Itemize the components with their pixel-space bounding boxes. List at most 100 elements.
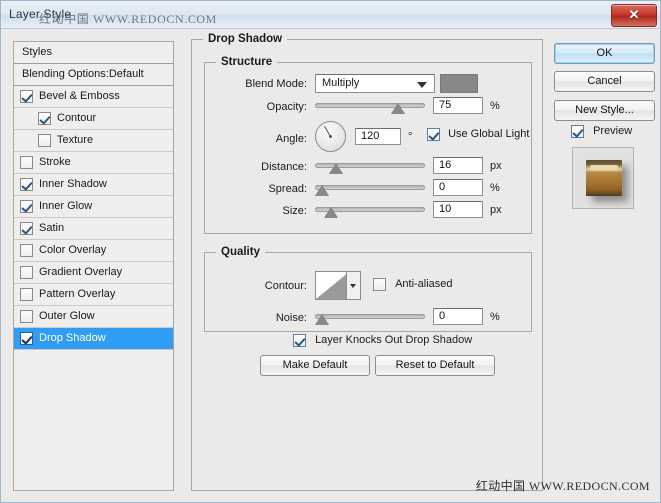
style-item-label: Gradient Overlay [39, 266, 123, 278]
structure-group: Structure Blend Mode: Multiply Opacity: … [204, 56, 532, 234]
anti-aliased-row[interactable]: Anti-aliased [373, 278, 453, 291]
blending-options-row[interactable]: Blending Options:Default [14, 64, 173, 86]
spread-slider[interactable] [315, 179, 425, 196]
style-item-label: Inner Shadow [39, 178, 107, 190]
contour-dropdown-arrow-icon[interactable] [346, 272, 360, 299]
style-item-inner-glow[interactable]: Inner Glow [14, 196, 173, 218]
style-item-stroke[interactable]: Stroke [14, 152, 173, 174]
style-item-drop-shadow[interactable]: Drop Shadow [14, 328, 173, 350]
drop-shadow-title: Drop Shadow [203, 33, 288, 45]
opacity-slider-track [315, 103, 425, 108]
spread-input[interactable]: 0 [433, 179, 483, 196]
contour-curve-preview [316, 272, 349, 299]
size-input[interactable]: 10 [433, 201, 483, 218]
make-default-button[interactable]: Make Default [260, 355, 370, 376]
distance-input[interactable]: 16 [433, 157, 483, 174]
use-global-light-checkbox[interactable] [427, 128, 440, 141]
close-icon: ✕ [628, 7, 640, 22]
style-item-label: Stroke [39, 156, 71, 168]
angle-unit: ° [408, 131, 413, 143]
style-item-pattern-overlay[interactable]: Pattern Overlay [14, 284, 173, 306]
style-item-checkbox[interactable] [20, 90, 33, 103]
style-item-outer-glow[interactable]: Outer Glow [14, 306, 173, 328]
size-label: Size: [282, 205, 307, 217]
style-item-color-overlay[interactable]: Color Overlay [14, 240, 173, 262]
size-slider[interactable] [315, 201, 425, 218]
new-style-button[interactable]: New Style... [554, 100, 655, 121]
style-item-label: Satin [39, 222, 65, 234]
styles-header-label: Styles [22, 46, 52, 58]
layer-knockout-checkbox[interactable] [293, 334, 306, 347]
spread-unit: % [490, 182, 500, 194]
contour-preset-picker[interactable] [315, 271, 361, 300]
style-item-checkbox[interactable] [20, 244, 33, 257]
title-bar: Layer Style 红动中国 WWW.REDOCN.COM ✕ [1, 1, 660, 29]
style-item-checkbox[interactable] [20, 266, 33, 279]
spread-slider-track [315, 185, 425, 190]
angle-dial[interactable] [315, 121, 346, 152]
angle-dial-hub [329, 135, 332, 138]
preview-checkbox[interactable] [571, 125, 584, 138]
close-button[interactable]: ✕ [611, 4, 657, 27]
structure-title: Structure [216, 56, 278, 68]
blend-mode-label: Blend Mode: [245, 78, 307, 90]
cancel-button[interactable]: Cancel [554, 71, 655, 92]
anti-aliased-checkbox[interactable] [373, 278, 386, 291]
reset-to-default-button[interactable]: Reset to Default [375, 355, 495, 376]
opacity-label: Opacity: [266, 101, 307, 113]
styles-panel: Styles Blending Options:Default Bevel & … [13, 41, 174, 491]
opacity-unit: % [490, 100, 500, 112]
styles-panel-header[interactable]: Styles [14, 42, 173, 64]
contour-label: Contour: [264, 280, 307, 292]
quality-title: Quality [216, 246, 265, 258]
style-item-satin[interactable]: Satin [14, 218, 173, 240]
noise-input[interactable]: 0 [433, 308, 483, 325]
noise-slider[interactable] [315, 308, 425, 325]
style-item-label: Contour [57, 112, 97, 124]
use-global-light-label: Use Global Light [448, 128, 530, 141]
style-item-label: Color Overlay [39, 244, 107, 256]
distance-slider[interactable] [315, 157, 425, 174]
style-item-checkbox[interactable] [20, 310, 33, 323]
watermark-bottom: 红动中国 WWW.REDOCN.COM [475, 479, 650, 493]
spread-label: Spread: [268, 183, 307, 195]
effects-list: Bevel & Emboss Contour Texture Stroke Inner … [14, 86, 173, 350]
style-preview-swatch [586, 160, 622, 196]
style-item-contour[interactable]: Contour [14, 108, 173, 130]
drop-shadow-group: Drop Shadow Structure Blend Mode: Multip… [191, 33, 543, 491]
blend-mode-select[interactable]: Multiply [315, 74, 435, 93]
style-item-checkbox[interactable] [20, 178, 33, 191]
style-item-checkbox[interactable] [20, 288, 33, 301]
opacity-input[interactable]: 75 [433, 97, 483, 114]
style-item-checkbox[interactable] [38, 134, 51, 147]
style-item-checkbox[interactable] [20, 332, 33, 345]
style-item-label: Pattern Overlay [39, 288, 116, 300]
watermark-top: 红动中国 WWW.REDOCN.COM [39, 12, 217, 26]
blend-mode-value: Multiply [322, 77, 360, 89]
noise-slider-track [315, 314, 425, 319]
layer-knockout-label: Layer Knocks Out Drop Shadow [315, 334, 473, 347]
quality-group: Quality Contour: Anti-aliased Noise: 0 % [204, 246, 532, 332]
use-global-light-row[interactable]: Use Global Light [427, 128, 529, 141]
size-unit: px [490, 204, 502, 216]
style-item-checkbox[interactable] [20, 222, 33, 235]
style-item-label: Outer Glow [39, 310, 95, 322]
shadow-color-swatch[interactable] [440, 74, 478, 93]
style-item-texture[interactable]: Texture [14, 130, 173, 152]
ok-button[interactable]: OK [554, 43, 655, 64]
style-item-checkbox[interactable] [20, 200, 33, 213]
layer-knockout-row[interactable]: Layer Knocks Out Drop Shadow [293, 334, 472, 347]
noise-unit: % [490, 311, 500, 323]
opacity-slider[interactable] [315, 97, 425, 114]
style-item-inner-shadow[interactable]: Inner Shadow [14, 174, 173, 196]
style-item-checkbox[interactable] [38, 112, 51, 125]
preview-row[interactable]: Preview [571, 125, 632, 138]
style-item-bevel-emboss[interactable]: Bevel & Emboss [14, 86, 173, 108]
preview-label: Preview [593, 125, 633, 138]
style-item-checkbox[interactable] [20, 156, 33, 169]
angle-input[interactable]: 120 [355, 128, 401, 145]
anti-aliased-label: Anti-aliased [395, 278, 453, 291]
style-item-gradient-overlay[interactable]: Gradient Overlay [14, 262, 173, 284]
blending-options-label: Blending Options:Default [22, 68, 144, 80]
styles-panel-filler [14, 350, 173, 502]
